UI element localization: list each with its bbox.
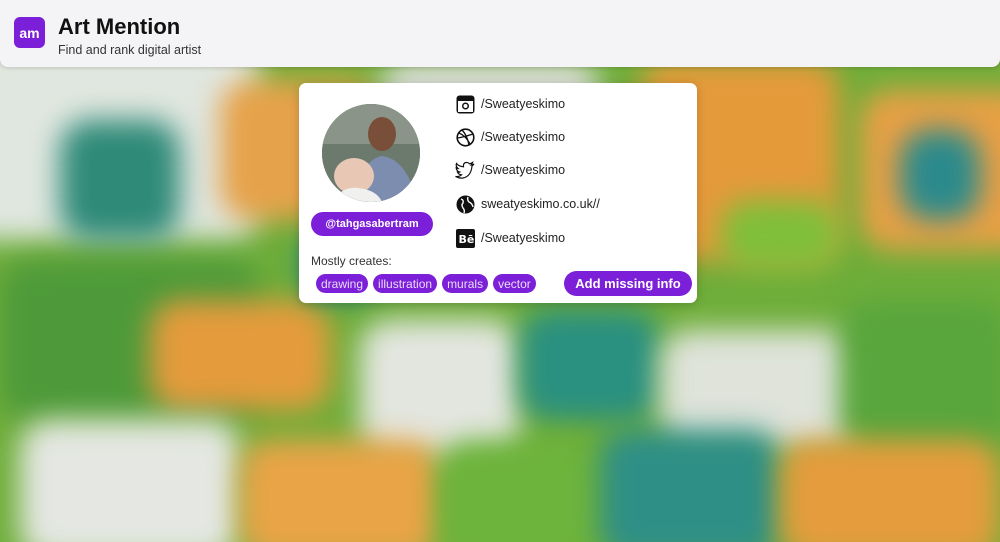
app-title: Art Mention — [58, 14, 181, 39]
dribbble-icon — [455, 127, 475, 147]
svg-text:Bē: Bē — [458, 233, 474, 246]
social-twitter-text: /Sweatyeskimo — [481, 163, 566, 177]
tag-illustration[interactable]: illustration — [373, 274, 438, 293]
social-link-twitter[interactable]: /Sweatyeskimo — [455, 159, 565, 181]
artist-card: @tahgasabertram /Sweatyeskimo /Sweatyesk… — [299, 83, 697, 303]
app-subtitle: Find and rank digital artist — [58, 43, 202, 57]
tag-murals[interactable]: murals — [442, 274, 489, 293]
social-link-instagram[interactable]: /Sweatyeskimo — [455, 93, 565, 115]
artist-handle-button[interactable]: @tahgasabertram — [311, 212, 433, 236]
globe-icon — [455, 194, 475, 214]
social-link-website[interactable]: sweatyeskimo.co.uk// — [455, 193, 600, 215]
twitter-icon — [455, 160, 475, 180]
app-logo[interactable]: am — [14, 17, 45, 48]
social-dribbble-text: /Sweatyeskimo — [481, 130, 566, 144]
avatar — [322, 104, 420, 202]
social-behance-text: /Sweatyeskimo — [481, 231, 566, 245]
creation-tags: drawing illustration murals vector — [316, 274, 536, 293]
mostly-creates-label: Mostly creates: — [311, 254, 392, 268]
social-link-behance[interactable]: Bē /Sweatyeskimo — [455, 227, 565, 249]
instagram-icon — [455, 94, 475, 114]
tag-drawing[interactable]: drawing — [316, 274, 369, 293]
tag-vector[interactable]: vector — [493, 274, 536, 293]
app-header: am Art Mention Find and rank digital art… — [0, 0, 1000, 67]
social-instagram-text: /Sweatyeskimo — [481, 97, 566, 111]
social-website-text: sweatyeskimo.co.uk// — [481, 197, 600, 211]
add-missing-info-button[interactable]: Add missing info — [564, 271, 692, 296]
social-link-dribbble[interactable]: /Sweatyeskimo — [455, 126, 565, 148]
behance-icon: Bē — [455, 228, 475, 248]
